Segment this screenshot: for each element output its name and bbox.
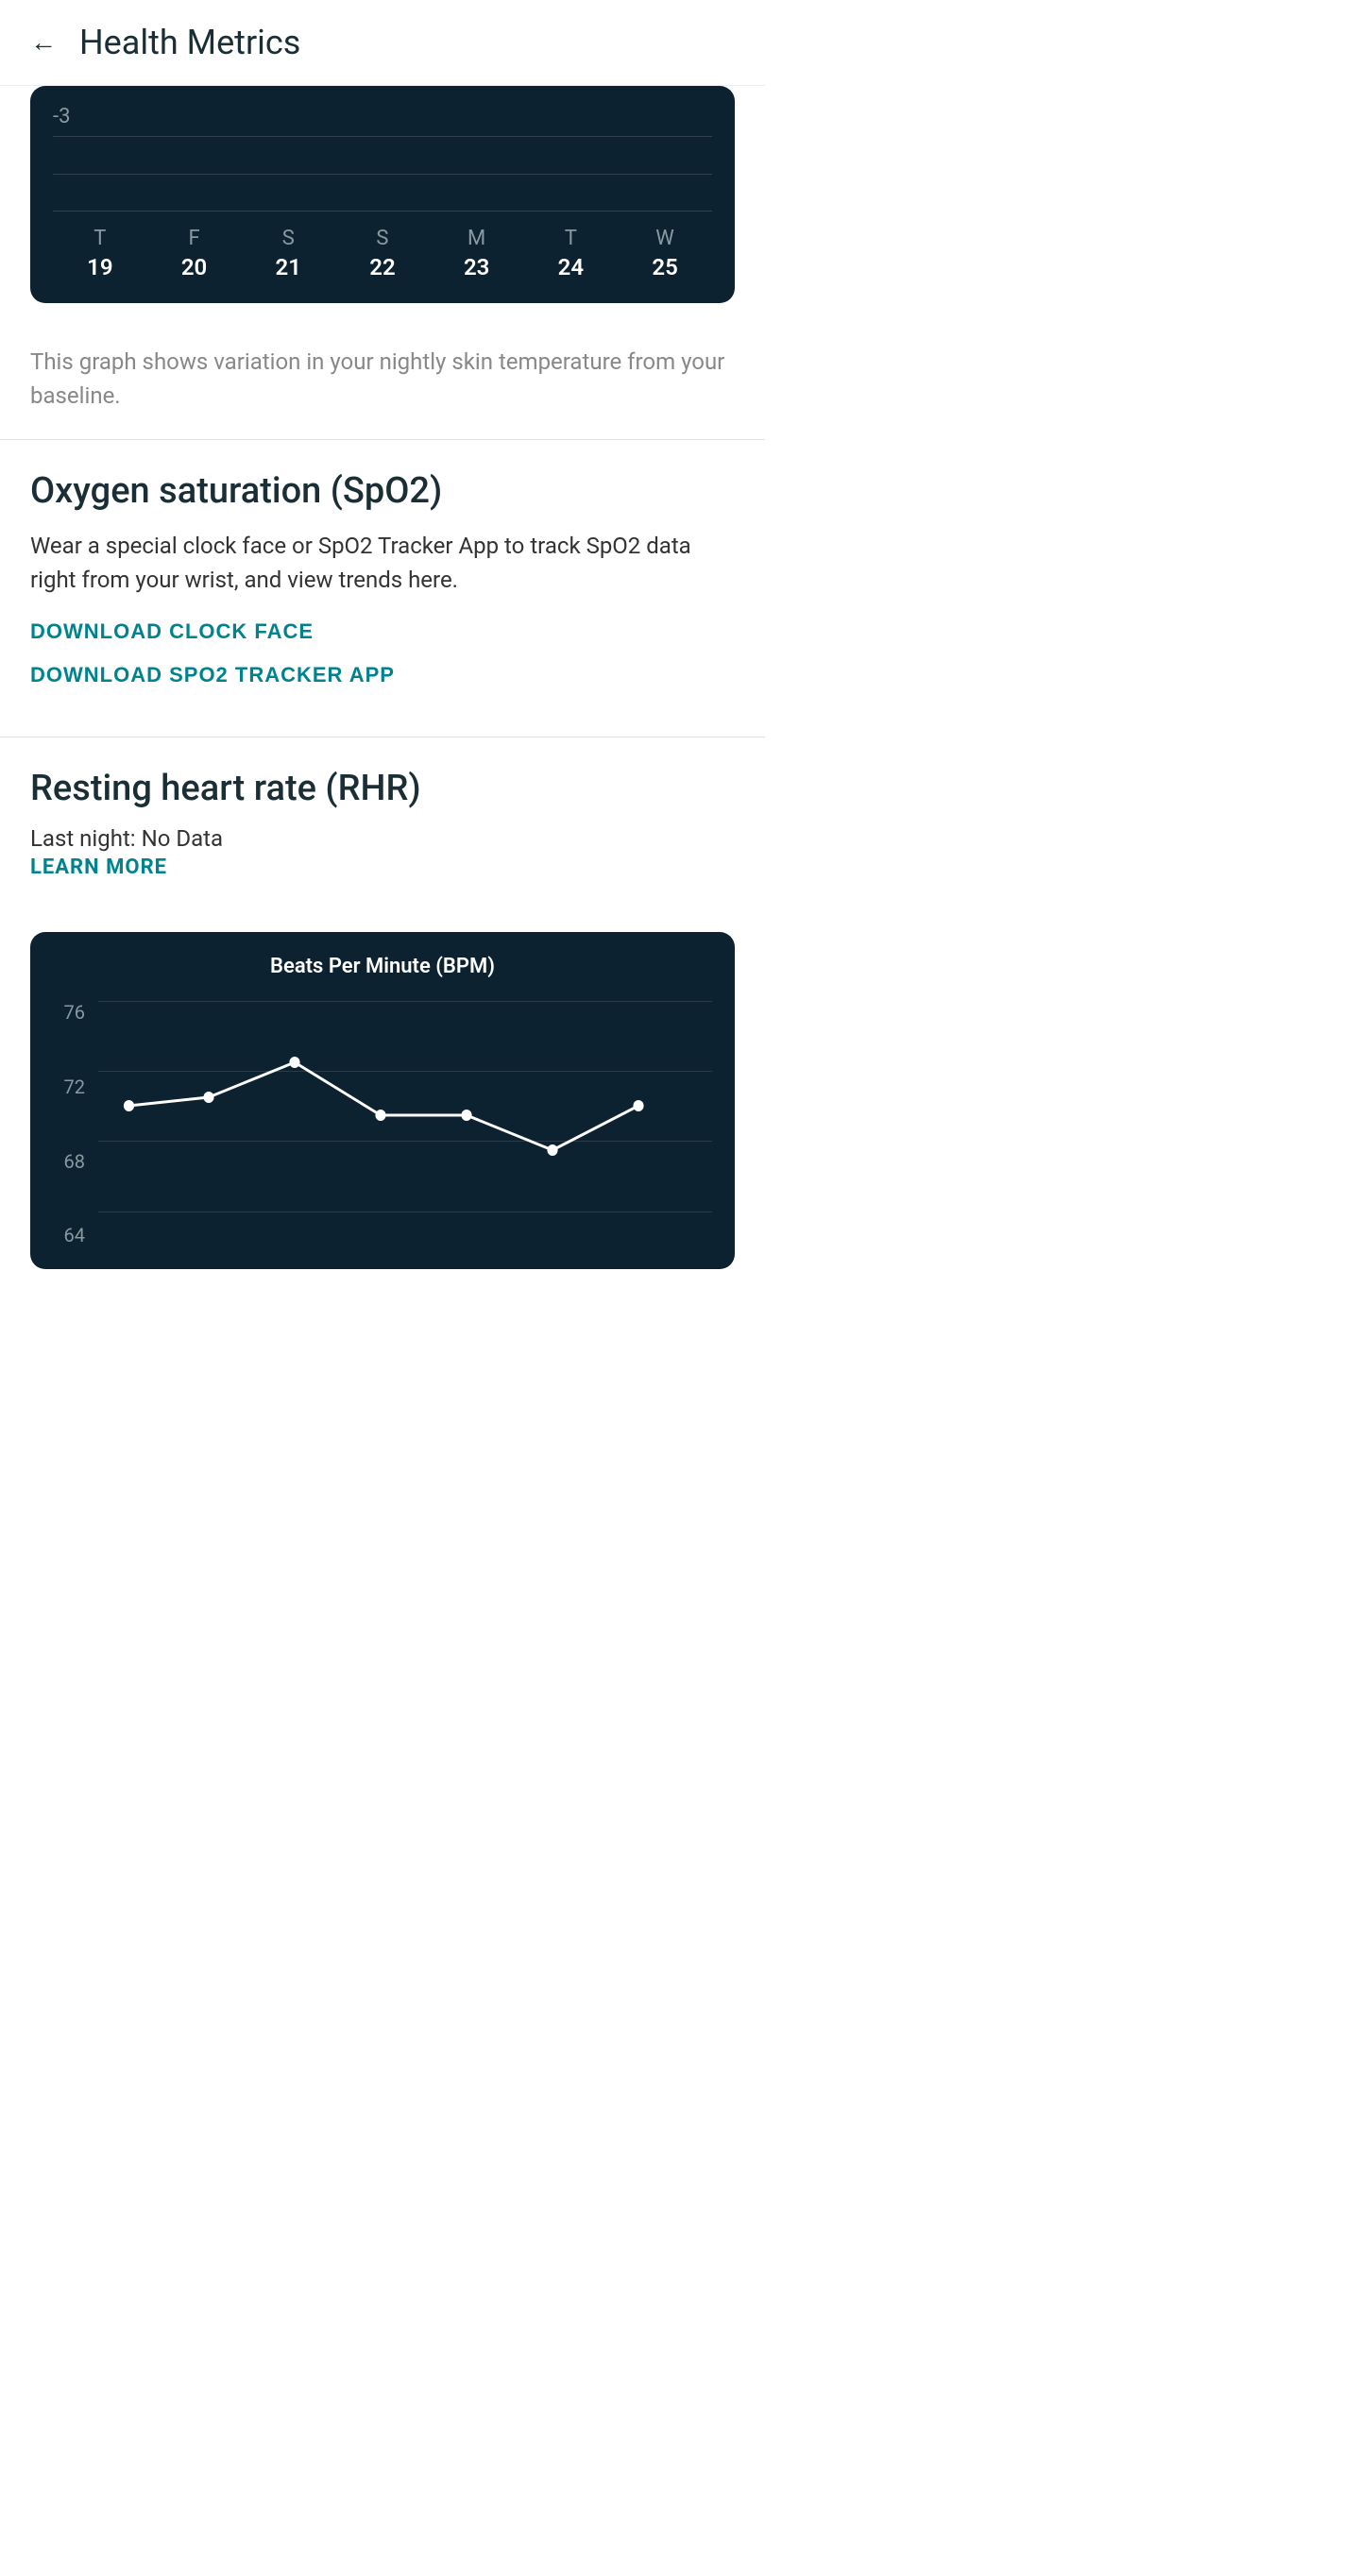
bpm-point-7 [633,1100,643,1111]
day-letter-5: M [468,227,485,250]
bpm-point-6 [547,1144,557,1156]
bpm-y-tick-72: 72 [53,1076,91,1098]
day-labels: T 19 F 20 S 21 S 22 M 23 T 24 W 25 [53,227,712,280]
day-col-2: F 20 [181,227,207,280]
download-spo2-tracker-button[interactable]: DOWNLOAD SPO2 TRACKER APP [30,663,395,687]
rhr-section: Resting heart rate (RHR) Last night: No … [0,737,765,933]
skin-temp-chart: -3 T 19 F 20 S 21 S 22 M 23 T 24 [30,86,735,303]
day-num-5: 23 [464,254,489,280]
bpm-y-axis: 76 72 68 64 [53,1001,91,1246]
grid-line-mid [53,174,712,175]
bpm-y-tick-76: 76 [53,1001,91,1024]
bpm-y-tick-68: 68 [53,1150,91,1173]
day-col-7: W 25 [652,227,677,280]
bpm-point-4 [375,1110,385,1121]
bpm-line [129,1062,639,1150]
day-num-4: 22 [369,254,395,280]
day-col-5: M 23 [464,227,489,280]
spo2-section: Oxygen saturation (SpO2) Wear a special … [0,440,765,737]
bpm-point-3 [289,1057,299,1068]
chart-area [53,136,712,212]
day-letter-7: W [655,227,674,250]
day-letter-3: S [282,227,295,250]
download-clock-face-button[interactable]: DOWNLOAD CLOCK FACE [30,619,314,644]
chart-y-label: -3 [53,105,712,128]
skin-temp-description: This graph shows variation in your night… [0,326,765,439]
day-num-2: 20 [181,254,207,280]
day-letter-6: T [565,227,577,250]
day-col-6: T 24 [558,227,584,280]
page-title: Health Metrics [79,23,300,62]
header: ← Health Metrics [0,0,765,86]
day-col-1: T 19 [87,227,112,280]
bpm-chart-title: Beats Per Minute (BPM) [53,955,712,978]
day-col-4: S 22 [369,227,395,280]
bpm-chart-plot [98,1001,712,1246]
day-letter-1: T [94,227,106,250]
bpm-svg-chart [98,1001,712,1246]
day-letter-4: S [376,227,388,250]
rhr-learn-more-link[interactable]: LEARN MORE [30,856,167,879]
back-button[interactable]: ← [30,29,57,56]
rhr-title: Resting heart rate (RHR) [30,768,735,811]
day-num-7: 25 [652,254,677,280]
grid-line-bottom [53,211,712,212]
day-num-6: 24 [558,254,584,280]
day-col-3: S 21 [276,227,301,280]
bpm-chart-container: Beats Per Minute (BPM) 76 72 68 64 [30,932,735,1269]
day-letter-2: F [188,227,199,250]
bpm-point-1 [124,1100,134,1111]
bpm-point-5 [461,1110,471,1121]
spo2-description: Wear a special clock face or SpO2 Tracke… [30,529,735,597]
grid-line-top [53,136,712,137]
rhr-subtitle: Last night: No Data [30,825,735,852]
day-num-3: 21 [276,254,301,280]
spo2-title: Oxygen saturation (SpO2) [30,470,735,514]
bpm-point-2 [203,1092,213,1103]
bpm-y-tick-64: 64 [53,1224,91,1246]
bpm-chart-inner: 76 72 68 64 [53,1001,712,1246]
day-num-1: 19 [87,254,112,280]
